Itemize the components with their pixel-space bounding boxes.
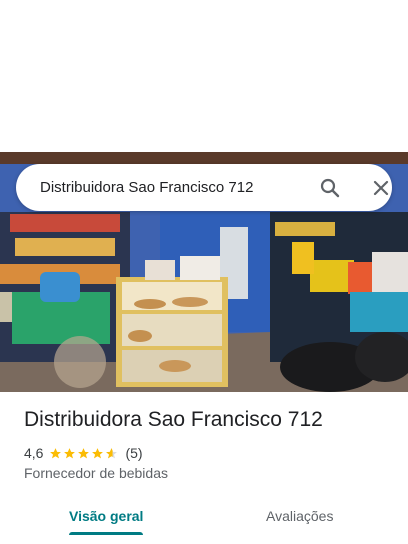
review-count[interactable]: (5): [125, 445, 142, 461]
star-icon: [78, 447, 90, 458]
selected-tab-indicator: [69, 532, 143, 535]
star-icon: [64, 447, 76, 458]
place-category: Fornecedor de bebidas: [24, 465, 168, 481]
star-half-icon: [106, 447, 118, 458]
tab-bar: Visão geral Avaliações: [0, 496, 408, 544]
star-rating: [49, 447, 119, 460]
rating-row[interactable]: 4,6 (5): [24, 444, 143, 462]
search-input[interactable]: Distribuidora Sao Francisco 712: [40, 164, 253, 211]
rating-value: 4,6: [24, 445, 44, 461]
place-title: Distribuidora Sao Francisco 712: [24, 408, 323, 431]
star-icon: [50, 447, 62, 458]
search-icon[interactable]: [318, 176, 342, 200]
close-icon[interactable]: [369, 176, 393, 200]
tab-reviews[interactable]: Avaliações: [266, 504, 333, 528]
search-bar[interactable]: Distribuidora Sao Francisco 712: [16, 164, 392, 211]
tab-overview[interactable]: Visão geral: [69, 504, 143, 528]
star-icon: [92, 447, 104, 458]
map-blank-area: [0, 0, 408, 152]
